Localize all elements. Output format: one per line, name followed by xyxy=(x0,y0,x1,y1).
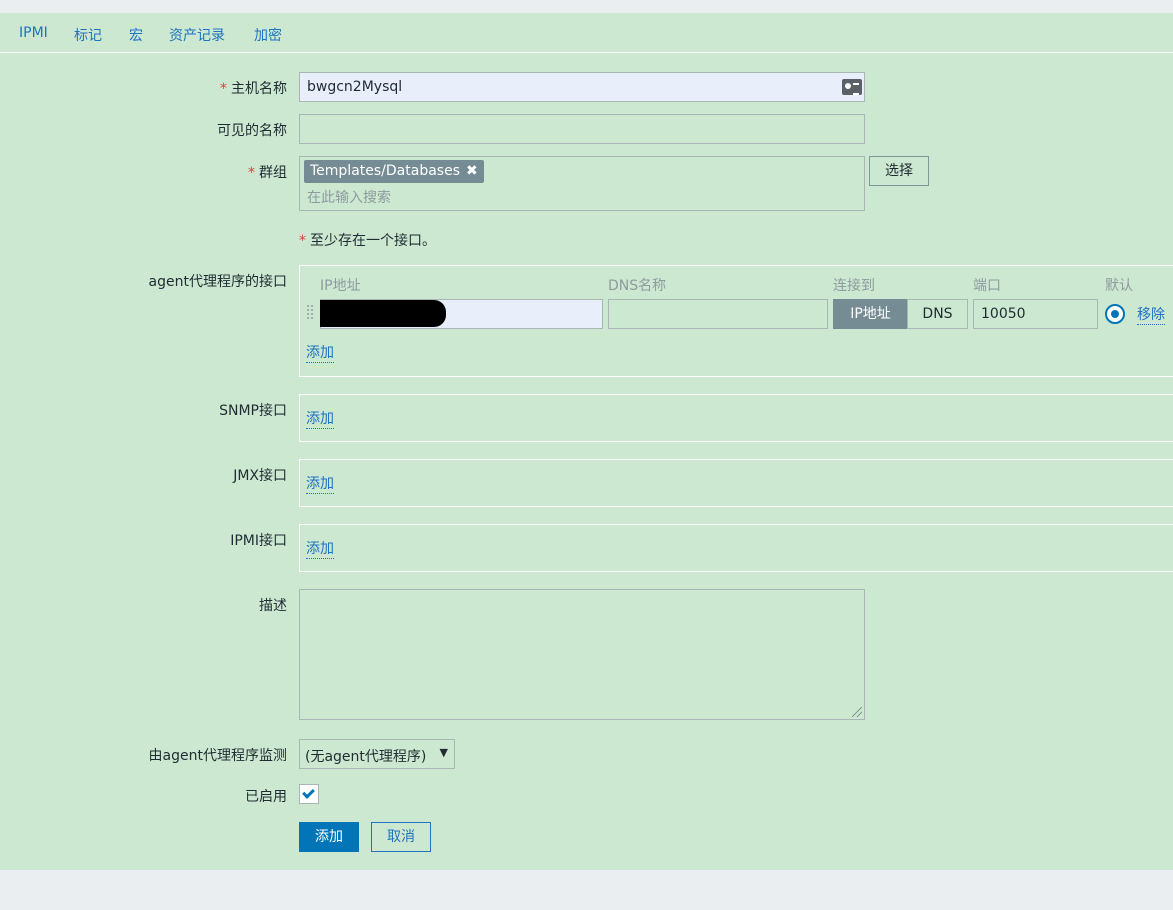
host-name-label: * 主机名称 xyxy=(220,78,287,98)
group-tag-label: Templates/Databases xyxy=(310,163,460,179)
monitored-by-proxy-label: 由agent代理程序监测 xyxy=(148,748,287,764)
agent-interfaces-label: agent代理程序的接口 xyxy=(148,274,287,290)
column-ip: IP地址 xyxy=(320,278,361,294)
ipmi-interfaces-label: IPMI接口 xyxy=(230,533,287,549)
groups-label: * 群组 xyxy=(248,162,287,182)
select-groups-button[interactable]: 选择 xyxy=(869,156,929,186)
proxy-select-value: (无agent代理程序) xyxy=(305,749,427,765)
redacted-ip-overlay xyxy=(320,300,446,327)
group-tag: Templates/Databases ✖ xyxy=(304,160,484,183)
add-snmp-interface-link[interactable]: 添加 xyxy=(306,410,334,429)
interface-required-note: * 至少存在一个接口。 xyxy=(299,230,436,250)
visible-name-label: 可见的名称 xyxy=(217,123,287,139)
required-mark: * xyxy=(220,81,227,97)
add-agent-interface-link[interactable]: 添加 xyxy=(306,344,334,363)
description-label: 描述 xyxy=(259,598,287,614)
enabled-checkbox[interactable] xyxy=(299,784,319,804)
jmx-interfaces-label: JMX接口 xyxy=(233,468,287,484)
interface-note-text: 至少存在一个接口。 xyxy=(310,233,436,249)
remove-interface-link[interactable]: 移除 xyxy=(1137,306,1165,325)
required-mark: * xyxy=(299,233,306,249)
host-name-value: bwgcn2Mysql xyxy=(307,79,403,95)
snmp-interfaces-frame: 添加 xyxy=(299,394,1173,442)
enabled-label: 已启用 xyxy=(245,789,287,805)
column-default: 默认 xyxy=(1105,278,1133,294)
port-value: 10050 xyxy=(981,306,1026,322)
remove-tag-icon[interactable]: ✖ xyxy=(466,163,478,179)
jmx-interfaces-frame: 添加 xyxy=(299,459,1173,507)
required-mark: * xyxy=(248,165,255,181)
port-input[interactable]: 10050 xyxy=(973,299,1098,329)
column-connect: 连接到 xyxy=(833,278,875,294)
groups-label-text: 群组 xyxy=(259,165,287,181)
proxy-select[interactable]: (无agent代理程序) ▼ xyxy=(299,739,455,769)
id-card-icon[interactable] xyxy=(842,79,862,95)
ipmi-interfaces-frame: 添加 xyxy=(299,524,1173,572)
host-form-panel: IPMI 标记 宏 资产记录 加密 * 主机名称 bwgcn2Mysql 可见的名… xyxy=(0,13,1173,870)
tab-encryption[interactable]: 加密 xyxy=(254,25,282,45)
cancel-button[interactable]: 取消 xyxy=(371,822,431,852)
connect-dns-toggle[interactable]: DNS xyxy=(907,299,968,329)
add-ipmi-interface-link[interactable]: 添加 xyxy=(306,540,334,559)
connect-ip-toggle[interactable]: IP地址 xyxy=(833,299,908,329)
tab-inventory[interactable]: 资产记录 xyxy=(169,25,225,45)
column-dns: DNS名称 xyxy=(608,278,667,294)
snmp-interfaces-label: SNMP接口 xyxy=(219,403,287,419)
drag-handle-icon[interactable] xyxy=(306,304,314,320)
dns-name-input[interactable] xyxy=(608,299,828,329)
tab-ipmi[interactable]: IPMI xyxy=(19,25,48,41)
resize-handle-icon[interactable] xyxy=(852,707,862,717)
description-textarea[interactable] xyxy=(299,589,865,720)
host-name-input[interactable]: bwgcn2Mysql xyxy=(299,72,865,102)
column-port: 端口 xyxy=(973,278,1001,294)
host-name-label-text: 主机名称 xyxy=(231,81,287,97)
add-jmx-interface-link[interactable]: 添加 xyxy=(306,475,334,494)
tab-macros[interactable]: 宏 xyxy=(129,25,143,45)
tab-bar: IPMI 标记 宏 资产记录 加密 xyxy=(0,13,1173,53)
checkmark-icon xyxy=(302,786,315,799)
groups-multiselect[interactable]: Templates/Databases ✖ 在此输入搜索 xyxy=(299,156,865,211)
add-button[interactable]: 添加 xyxy=(299,822,359,852)
groups-search-placeholder: 在此输入搜索 xyxy=(307,190,391,206)
tab-tags[interactable]: 标记 xyxy=(74,25,102,45)
default-interface-radio[interactable] xyxy=(1105,304,1125,324)
chevron-down-icon: ▼ xyxy=(439,746,448,759)
visible-name-input[interactable] xyxy=(299,114,865,144)
